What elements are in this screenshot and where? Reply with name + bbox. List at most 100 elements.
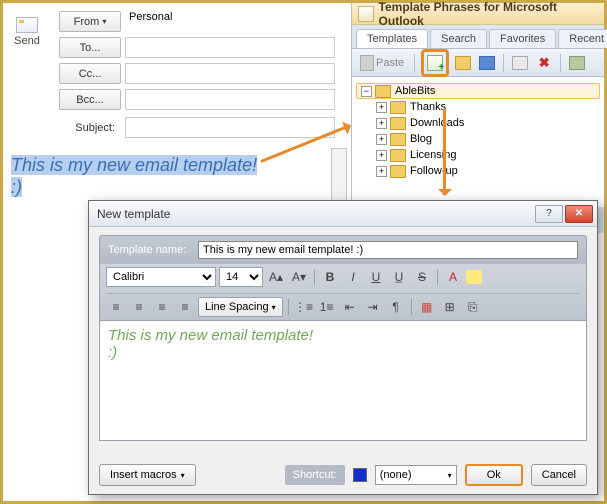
font-color-button[interactable]: A bbox=[443, 267, 463, 287]
font-select[interactable]: Calibri bbox=[106, 267, 216, 287]
strikethrough-button[interactable]: S bbox=[412, 267, 432, 287]
justify-button[interactable]: ≡ bbox=[175, 297, 195, 317]
tab-recent[interactable]: Recent bbox=[558, 29, 607, 48]
highlight-button[interactable] bbox=[466, 270, 482, 284]
insert-macros-label: Insert macros bbox=[110, 469, 177, 481]
envelope-icon bbox=[16, 17, 38, 33]
numbering-button[interactable]: 1≡ bbox=[317, 297, 337, 317]
from-button[interactable]: From▾ bbox=[59, 11, 121, 32]
expand-icon[interactable]: + bbox=[376, 102, 387, 113]
chevron-down-icon: ▾ bbox=[181, 471, 185, 480]
help-button[interactable]: ? bbox=[535, 205, 563, 223]
tab-favorites[interactable]: Favorites bbox=[489, 29, 556, 48]
bullets-button[interactable]: ⋮≡ bbox=[294, 297, 314, 317]
from-label: From bbox=[74, 16, 100, 28]
shortcut-select[interactable]: (none) ▾ bbox=[375, 465, 457, 485]
tree-item[interactable]: +Follow-up bbox=[374, 163, 600, 179]
folder-icon bbox=[390, 149, 406, 162]
folder-icon bbox=[390, 117, 406, 130]
tree-item[interactable]: +Thanks bbox=[374, 99, 600, 115]
pane-toolbar: Paste ✖ bbox=[352, 49, 604, 77]
editor-content[interactable]: This is my new email template! :) bbox=[99, 321, 587, 441]
tree-item[interactable]: +Blog bbox=[374, 131, 600, 147]
tree-item[interactable]: + Licensing bbox=[374, 147, 600, 163]
pane-title: Template Phrases for Microsoft Outlook bbox=[379, 0, 598, 28]
align-center-button[interactable]: ≡ bbox=[129, 297, 149, 317]
bcc-row: Bcc... bbox=[59, 89, 335, 110]
underline-button[interactable]: U bbox=[366, 267, 386, 287]
dialog-body: Template name: Calibri 14 A▴ A▾ B I U U̲… bbox=[89, 227, 597, 449]
expand-icon[interactable]: + bbox=[376, 166, 387, 177]
grow-font-button[interactable]: A▴ bbox=[266, 267, 286, 287]
bcc-button[interactable]: Bcc... bbox=[59, 89, 121, 110]
shortcut-color-swatch[interactable] bbox=[353, 468, 367, 482]
shortcut-value: (none) bbox=[380, 469, 412, 481]
separator-icon bbox=[414, 54, 415, 72]
edit-icon bbox=[512, 56, 528, 70]
paste-button[interactable]: Paste bbox=[356, 52, 408, 74]
body-text-line2: :) bbox=[11, 177, 22, 197]
from-value: Personal bbox=[125, 11, 335, 32]
expand-icon[interactable]: + bbox=[376, 118, 387, 129]
people-icon bbox=[569, 56, 585, 70]
new-template-callout bbox=[421, 49, 449, 77]
folder-icon bbox=[390, 133, 406, 146]
send-button[interactable]: Send bbox=[3, 11, 51, 47]
delete-button[interactable]: ✖ bbox=[534, 53, 554, 73]
template-phrases-pane: Template Phrases for Microsoft Outlook T… bbox=[351, 3, 604, 233]
insert-macros-button[interactable]: Insert macros ▾ bbox=[99, 464, 196, 486]
paste-label: Paste bbox=[376, 57, 404, 69]
tree-item-label: Licensing bbox=[410, 149, 456, 161]
table-button[interactable]: ▦ bbox=[417, 297, 437, 317]
subject-input[interactable] bbox=[125, 117, 335, 138]
new-template-button[interactable] bbox=[425, 53, 445, 73]
new-folder-button[interactable] bbox=[453, 53, 473, 73]
pane-header-icon bbox=[358, 6, 374, 22]
template-name-input[interactable] bbox=[198, 241, 578, 259]
outdent-button[interactable]: ⇤ bbox=[340, 297, 360, 317]
editor-line1: This is my new email template! bbox=[108, 327, 578, 344]
line-spacing-button[interactable]: Line Spacing ▾ bbox=[198, 297, 283, 317]
expand-icon[interactable]: + bbox=[376, 150, 387, 161]
send-label: Send bbox=[3, 35, 51, 47]
chevron-down-icon: ▾ bbox=[448, 471, 452, 480]
italic-button[interactable]: I bbox=[343, 267, 363, 287]
template-name-label: Template name: bbox=[108, 244, 198, 256]
tab-search[interactable]: Search bbox=[430, 29, 487, 48]
font-size-select[interactable]: 14 bbox=[219, 267, 263, 287]
show-marks-button[interactable]: ¶ bbox=[386, 297, 406, 317]
image-button[interactable]: ⊞ bbox=[440, 297, 460, 317]
import-button[interactable] bbox=[477, 53, 497, 73]
link-button[interactable]: ⎘ bbox=[463, 297, 483, 317]
annotation-arrow bbox=[443, 109, 446, 195]
bold-button[interactable]: B bbox=[320, 267, 340, 287]
share-button[interactable] bbox=[567, 53, 587, 73]
ok-button[interactable]: Ok bbox=[465, 464, 523, 486]
edit-button[interactable] bbox=[510, 53, 530, 73]
cancel-button[interactable]: Cancel bbox=[531, 464, 587, 486]
to-input[interactable] bbox=[125, 37, 335, 58]
bcc-input[interactable] bbox=[125, 89, 335, 110]
tab-templates[interactable]: Templates bbox=[356, 29, 428, 48]
template-tree: − AbleBits +Thanks +Downloads +Blog + Lic… bbox=[352, 77, 604, 207]
subject-label: Subject: bbox=[51, 122, 121, 134]
align-right-button[interactable]: ≡ bbox=[152, 297, 172, 317]
tree-item[interactable]: +Downloads bbox=[374, 115, 600, 131]
close-button[interactable]: ✕ bbox=[565, 205, 593, 223]
folder-icon bbox=[375, 85, 391, 98]
folder-plus-icon bbox=[455, 56, 471, 70]
separator-icon bbox=[314, 269, 315, 285]
collapse-icon[interactable]: − bbox=[361, 86, 372, 97]
subject-row: Subject: bbox=[51, 117, 335, 138]
cc-input[interactable] bbox=[125, 63, 335, 84]
shrink-font-button[interactable]: A▾ bbox=[289, 267, 309, 287]
indent-button[interactable]: ⇥ bbox=[363, 297, 383, 317]
align-left-button[interactable]: ≡ bbox=[106, 297, 126, 317]
tree-root-item[interactable]: − AbleBits bbox=[356, 83, 600, 99]
to-button[interactable]: To... bbox=[59, 37, 121, 58]
cc-button[interactable]: Cc... bbox=[59, 63, 121, 84]
shortcut-label: Shortcut: bbox=[285, 465, 345, 485]
double-underline-button[interactable]: U̲ bbox=[389, 267, 409, 287]
expand-icon[interactable]: + bbox=[376, 134, 387, 145]
to-row: To... bbox=[59, 37, 335, 58]
